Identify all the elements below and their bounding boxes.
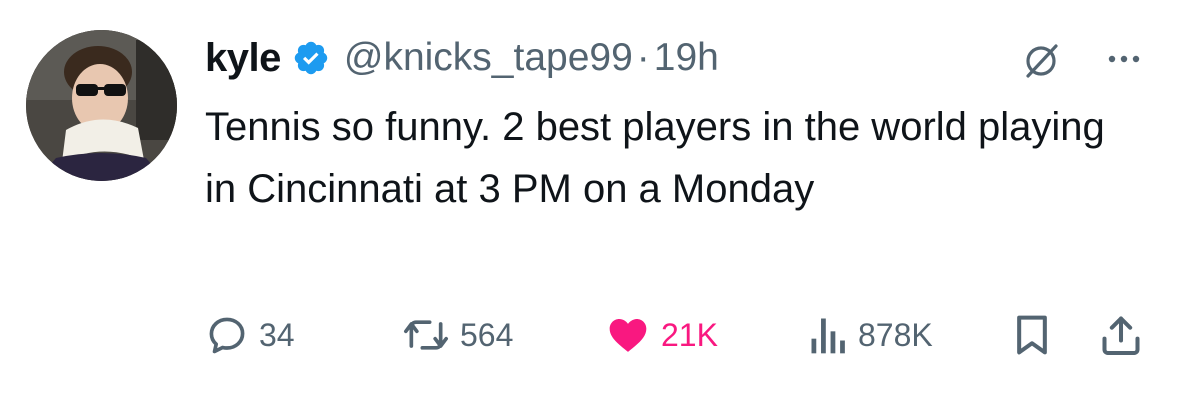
more-options-icon[interactable] (1100, 42, 1148, 76)
retweet-button[interactable]: 564 (402, 312, 513, 358)
bookmark-icon (1017, 315, 1047, 355)
bookmark-button[interactable] (1012, 312, 1052, 358)
user-handle[interactable]: @knicks_tape99 (344, 36, 633, 80)
share-button[interactable] (1100, 312, 1142, 358)
like-button[interactable]: 21K (605, 312, 718, 358)
avatar[interactable] (26, 30, 177, 181)
separator-dot: · (636, 36, 650, 79)
display-name[interactable]: kyle (205, 36, 281, 81)
grok-icon[interactable] (1020, 38, 1064, 82)
like-count: 21K (661, 316, 718, 353)
tweet-text: Tennis so funny. 2 best players in the w… (205, 105, 1105, 211)
timestamp[interactable]: 19h (654, 36, 719, 80)
reply-button[interactable]: 34 (205, 312, 295, 358)
tweet-card[interactable]: kyle @knicks_tape99 · 19h Tennis so funn… (0, 0, 1179, 407)
heart-icon (609, 319, 647, 352)
views-icon (811, 318, 845, 354)
retweet-count: 564 (460, 316, 514, 353)
retweet-icon (404, 320, 448, 350)
reply-count: 34 (259, 316, 295, 353)
tweet-header: kyle @knicks_tape99 · 19h (205, 30, 719, 86)
views-count: 878K (858, 316, 933, 353)
verified-badge-icon (292, 39, 330, 77)
reply-icon (209, 317, 245, 354)
views-button[interactable]: 878K (808, 312, 933, 358)
tweet-actions: 34 564 21K 878K (205, 300, 1155, 370)
share-icon (1102, 316, 1140, 355)
